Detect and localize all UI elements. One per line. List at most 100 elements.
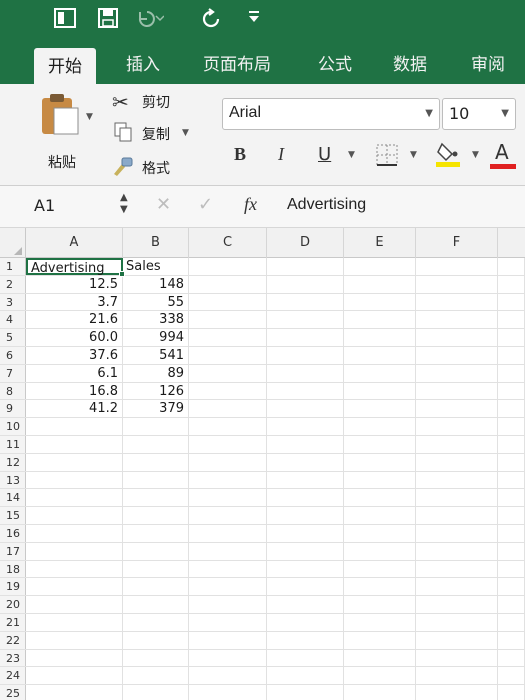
cell-empty[interactable]: [416, 311, 498, 329]
cell-b[interactable]: [123, 560, 189, 578]
fill-color-icon[interactable]: [436, 140, 460, 172]
tab-review[interactable]: 审阅: [471, 42, 505, 84]
cell-b[interactable]: 148: [123, 275, 189, 293]
redo-icon[interactable]: [200, 8, 222, 36]
cell-empty[interactable]: [267, 346, 344, 364]
cell-empty[interactable]: [189, 685, 267, 700]
cell-empty[interactable]: [267, 542, 344, 560]
cell-empty[interactable]: [416, 631, 498, 649]
row-header[interactable]: 20: [0, 596, 26, 613]
cell-empty[interactable]: [344, 471, 416, 489]
cell-a[interactable]: [26, 471, 123, 489]
cell-empty[interactable]: [416, 524, 498, 542]
cell-a[interactable]: [26, 453, 123, 471]
cell-empty[interactable]: [189, 560, 267, 578]
cell-a[interactable]: [26, 418, 123, 435]
cell-empty[interactable]: [344, 275, 416, 293]
font-color-button[interactable]: A: [490, 140, 516, 170]
cell-empty[interactable]: [498, 685, 525, 700]
cell-empty[interactable]: [189, 453, 267, 471]
select-all-button[interactable]: [0, 228, 26, 258]
format-painter-button[interactable]: 格式: [142, 158, 170, 178]
cell-a[interactable]: 21.6: [26, 311, 123, 329]
cell-empty[interactable]: [498, 613, 525, 631]
cell-empty[interactable]: [416, 685, 498, 700]
cell-empty[interactable]: [498, 560, 525, 578]
cell-empty[interactable]: [189, 400, 267, 418]
cell-a[interactable]: [26, 631, 123, 649]
cell-b[interactable]: 126: [123, 382, 189, 400]
cut-button[interactable]: 剪切: [142, 92, 170, 112]
cell-empty[interactable]: [267, 453, 344, 471]
cell-empty[interactable]: [498, 596, 525, 613]
tab-insert[interactable]: 插入: [126, 42, 160, 84]
cell-empty[interactable]: [344, 685, 416, 700]
column-header-d[interactable]: D: [267, 228, 344, 258]
cell-a[interactable]: [26, 435, 123, 453]
cell-b[interactable]: 55: [123, 293, 189, 311]
name-box-stepper-icon[interactable]: ▲ ▼: [120, 192, 128, 216]
tab-home[interactable]: 开始: [34, 48, 96, 84]
cell-b[interactable]: [123, 649, 189, 667]
cell-b[interactable]: [123, 453, 189, 471]
cell-b[interactable]: [123, 578, 189, 596]
cell-empty[interactable]: [498, 578, 525, 596]
font-name-dropdown-icon[interactable]: ▼: [425, 108, 433, 119]
cell-empty[interactable]: [344, 418, 416, 435]
cell-a[interactable]: [26, 560, 123, 578]
cell-empty[interactable]: [344, 346, 416, 364]
cell-empty[interactable]: [498, 453, 525, 471]
cell-b[interactable]: [123, 613, 189, 631]
cell-empty[interactable]: [416, 560, 498, 578]
cell-empty[interactable]: [416, 596, 498, 613]
row-header[interactable]: 14: [0, 489, 26, 507]
column-header-e[interactable]: E: [344, 228, 416, 258]
row-header[interactable]: 21: [0, 613, 26, 631]
cell-empty[interactable]: [267, 578, 344, 596]
cell-empty[interactable]: [267, 329, 344, 346]
cell-empty[interactable]: [344, 631, 416, 649]
cell-empty[interactable]: [189, 275, 267, 293]
cell-empty[interactable]: [498, 524, 525, 542]
cell-b[interactable]: [123, 435, 189, 453]
column-header-b[interactable]: B: [123, 228, 189, 258]
cell-empty[interactable]: [416, 418, 498, 435]
row-header[interactable]: 2: [0, 275, 26, 293]
cell-empty[interactable]: [498, 542, 525, 560]
cell-empty[interactable]: [498, 364, 525, 382]
cell-b[interactable]: [123, 418, 189, 435]
copy-icon[interactable]: [114, 122, 132, 146]
cell-empty[interactable]: [344, 435, 416, 453]
cell-b[interactable]: Sales: [123, 258, 189, 275]
cell-empty[interactable]: [267, 613, 344, 631]
bold-button[interactable]: B: [234, 144, 246, 165]
cell-a[interactable]: 12.5: [26, 275, 123, 293]
cell-a[interactable]: [26, 596, 123, 613]
undo-icon[interactable]: [136, 8, 165, 34]
row-header[interactable]: 6: [0, 346, 26, 364]
cell-empty[interactable]: [498, 489, 525, 507]
cell-empty[interactable]: [416, 453, 498, 471]
cell-a-selected[interactable]: Advertising: [26, 258, 125, 277]
cell-empty[interactable]: [267, 400, 344, 418]
cell-empty[interactable]: [189, 293, 267, 311]
cell-empty[interactable]: [498, 329, 525, 346]
column-header-c[interactable]: C: [189, 228, 267, 258]
row-header[interactable]: 25: [0, 685, 26, 700]
cell-empty[interactable]: [189, 489, 267, 507]
cell-empty[interactable]: [267, 364, 344, 382]
cell-empty[interactable]: [267, 293, 344, 311]
cell-empty[interactable]: [416, 275, 498, 293]
cell-empty[interactable]: [189, 542, 267, 560]
borders-dropdown-icon[interactable]: ▼: [410, 150, 417, 160]
cell-empty[interactable]: [267, 667, 344, 685]
cell-empty[interactable]: [498, 293, 525, 311]
cell-empty[interactable]: [498, 471, 525, 489]
cell-empty[interactable]: [416, 507, 498, 524]
cell-b[interactable]: 994: [123, 329, 189, 346]
font-size-dropdown-icon[interactable]: ▼: [501, 108, 509, 119]
cell-b[interactable]: [123, 685, 189, 700]
cell-empty[interactable]: [267, 435, 344, 453]
enter-icon[interactable]: ✓: [198, 194, 213, 215]
cell-empty[interactable]: [189, 364, 267, 382]
